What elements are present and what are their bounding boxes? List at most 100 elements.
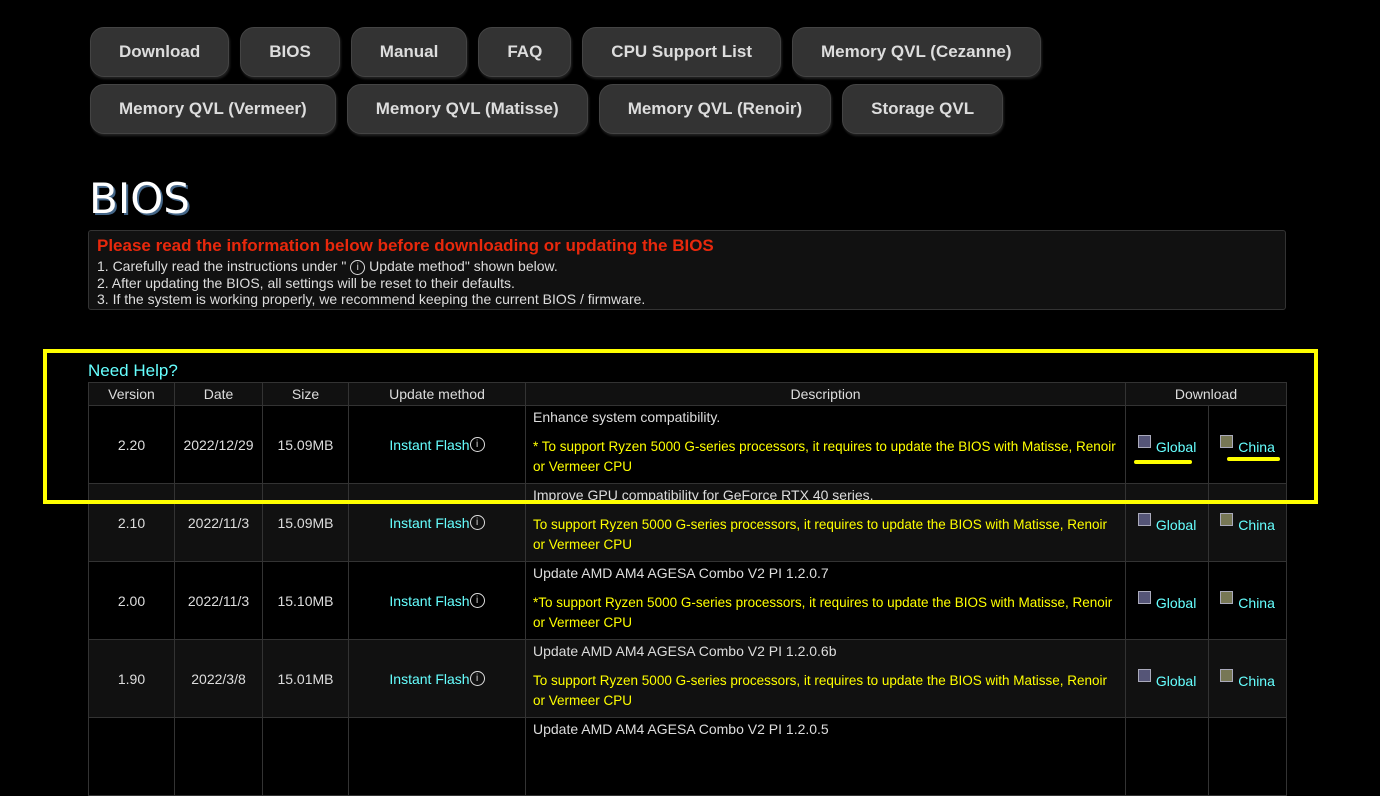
notice-line-1b: Update method" shown below. bbox=[365, 258, 558, 274]
description-note: *To support Ryzen 5000 G-series processo… bbox=[533, 595, 1113, 630]
cell-size bbox=[262, 717, 349, 796]
table-row: 2.00 2022/11/3 15.10MB Instant Flash i Update… bbox=[88, 561, 1287, 640]
floppy-download-icon bbox=[1137, 434, 1151, 448]
instant-flash-link[interactable]: Instant Flash bbox=[389, 437, 469, 453]
cell-size: 15.09MB bbox=[262, 405, 349, 484]
table-row: 2.20 2022/12/29 15.09MB Instant Flash i Enhan… bbox=[88, 405, 1287, 484]
cell-download-global: Global bbox=[1124, 639, 1210, 718]
description-note: To support Ryzen 5000 G-series processor… bbox=[533, 673, 1108, 708]
instant-flash-link[interactable]: Instant Flash bbox=[389, 593, 469, 609]
nav-button-memory-qvl-vermeer[interactable]: Memory QVL (Vermeer) bbox=[90, 84, 336, 134]
download-global-label: Global bbox=[1155, 516, 1197, 533]
instant-flash-link[interactable]: Instant Flash bbox=[389, 515, 469, 531]
download-global-link[interactable]: Global bbox=[1137, 434, 1197, 455]
description-note: * To support Ryzen 5000 G-series process… bbox=[533, 439, 1116, 474]
cell-version: 2.00 bbox=[88, 561, 175, 640]
cell-description: Enhance system compatibility. * To suppor… bbox=[525, 405, 1126, 484]
notice-line-2: 2. After updating the BIOS, all settings… bbox=[97, 275, 515, 291]
highlight-underline-china bbox=[1227, 457, 1280, 461]
cell-download-china: China bbox=[1208, 405, 1287, 484]
column-header-size: Size bbox=[262, 382, 349, 406]
notice-line-3: 3. If the system is working properly, we… bbox=[97, 291, 646, 307]
cell-date: 2022/3/8 bbox=[174, 639, 263, 718]
instant-flash-link[interactable]: Instant Flash bbox=[389, 671, 469, 687]
nav-button-memory-qvl-matisse[interactable]: Memory QVL (Matisse) bbox=[346, 84, 588, 134]
column-header-version: Version bbox=[88, 382, 175, 406]
column-header-description: Description bbox=[525, 382, 1126, 406]
nav-button-memory-qvl-renoir[interactable]: Memory QVL (Renoir) bbox=[598, 84, 832, 134]
cell-update-method: Instant Flash i bbox=[348, 561, 526, 640]
cell-download-global: Global bbox=[1124, 483, 1210, 562]
nav-button-faq[interactable]: FAQ bbox=[478, 27, 572, 77]
download-china-link[interactable]: China bbox=[1220, 434, 1275, 455]
download-china-link[interactable]: China bbox=[1220, 590, 1275, 611]
description-text: Update AMD AM4 AGESA Combo V2 PI 1.2.0.7 bbox=[533, 565, 829, 581]
cell-description: Update AMD AM4 AGESA Combo V2 PI 1.2.0.6… bbox=[525, 639, 1126, 718]
floppy-download-icon bbox=[1137, 590, 1151, 604]
cell-download-china: China bbox=[1208, 639, 1287, 718]
cell-description: Update AMD AM4 AGESA Combo V2 PI 1.2.0.7… bbox=[525, 561, 1126, 640]
description-text: Enhance system compatibility. bbox=[533, 409, 721, 425]
cell-update-method: Instant Flash i bbox=[348, 483, 526, 562]
cell-download-china bbox=[1208, 717, 1287, 796]
floppy-download-icon bbox=[1137, 512, 1151, 526]
nav-button-manual[interactable]: Manual bbox=[350, 27, 468, 77]
download-china-link[interactable]: China bbox=[1220, 512, 1275, 533]
cell-download-china: China bbox=[1208, 561, 1287, 640]
nav-button-memory-qvl-cezanne[interactable]: Memory QVL (Cezanne) bbox=[792, 27, 1041, 77]
need-help-link[interactable]: Need Help? bbox=[88, 361, 178, 381]
notice-line-1a: 1. Carefully read the instructions under… bbox=[97, 258, 351, 274]
cell-size: 15.09MB bbox=[262, 483, 349, 562]
cell-version: 2.10 bbox=[88, 483, 175, 562]
floppy-download-icon bbox=[1220, 434, 1234, 448]
table-row: 2.10 2022/11/3 15.09MB Instant Flash i Improv… bbox=[88, 483, 1287, 562]
download-global-link[interactable]: Global bbox=[1137, 668, 1197, 689]
description-text: Improve GPU compatibility for GeForce RT… bbox=[533, 487, 874, 503]
cell-date: 2022/11/3 bbox=[174, 561, 263, 640]
column-header-update-method: Update method bbox=[348, 382, 526, 406]
download-global-label: Global bbox=[1155, 594, 1197, 611]
cell-description: Improve GPU compatibility for GeForce RT… bbox=[525, 483, 1126, 562]
column-header-date: Date bbox=[174, 382, 263, 406]
info-icon[interactable]: i bbox=[469, 436, 485, 452]
cell-description: Update AMD AM4 AGESA Combo V2 PI 1.2.0.5 bbox=[525, 717, 1126, 796]
cell-size: 15.01MB bbox=[262, 639, 349, 718]
description-text: Update AMD AM4 AGESA Combo V2 PI 1.2.0.6… bbox=[533, 643, 837, 659]
bios-notice: Please read the information below before… bbox=[88, 230, 1286, 310]
cell-version: 1.90 bbox=[88, 639, 175, 718]
column-header-download: Download bbox=[1125, 382, 1287, 406]
table-row: 1.90 2022/3/8 15.01MB Instant Flash i Update … bbox=[88, 639, 1287, 718]
highlight-underline-global bbox=[1134, 460, 1192, 464]
download-china-link[interactable]: China bbox=[1220, 668, 1275, 689]
info-icon[interactable]: i bbox=[469, 670, 485, 686]
bios-table: Version Date Size Update method Description D… bbox=[88, 382, 1287, 796]
cell-update-method: Instant Flash i bbox=[348, 405, 526, 484]
floppy-download-icon bbox=[1137, 668, 1151, 682]
nav-button-storage-qvl[interactable]: Storage QVL bbox=[842, 84, 1004, 134]
download-global-link[interactable]: Global bbox=[1137, 512, 1197, 533]
cell-version bbox=[88, 717, 175, 796]
download-china-label: China bbox=[1238, 438, 1275, 455]
info-icon[interactable]: i bbox=[469, 592, 485, 608]
tab-nav: Download BIOS Manual FAQ CPU Support List Mem… bbox=[90, 27, 1070, 141]
cell-size: 15.10MB bbox=[262, 561, 349, 640]
notice-heading: Please read the information below before… bbox=[97, 236, 714, 255]
cell-download-global: Global bbox=[1124, 405, 1210, 484]
cell-date: 2022/12/29 bbox=[174, 405, 263, 484]
download-china-label: China bbox=[1238, 672, 1275, 689]
floppy-download-icon bbox=[1220, 512, 1234, 526]
cell-update-method: Instant Flash i bbox=[348, 639, 526, 718]
nav-button-download[interactable]: Download bbox=[90, 27, 230, 77]
cell-download-global bbox=[1124, 717, 1210, 796]
cell-date: 2022/11/3 bbox=[174, 483, 263, 562]
nav-button-bios[interactable]: BIOS bbox=[240, 27, 340, 77]
nav-button-cpu-support-list[interactable]: CPU Support List bbox=[582, 27, 782, 77]
info-icon[interactable]: i bbox=[469, 514, 485, 530]
download-china-label: China bbox=[1238, 594, 1275, 611]
download-global-link[interactable]: Global bbox=[1137, 590, 1197, 611]
floppy-download-icon bbox=[1220, 668, 1234, 682]
description-text: Update AMD AM4 AGESA Combo V2 PI 1.2.0.5 bbox=[533, 721, 829, 737]
cell-version: 2.20 bbox=[88, 405, 175, 484]
download-global-label: Global bbox=[1155, 438, 1197, 455]
download-global-label: Global bbox=[1155, 672, 1197, 689]
